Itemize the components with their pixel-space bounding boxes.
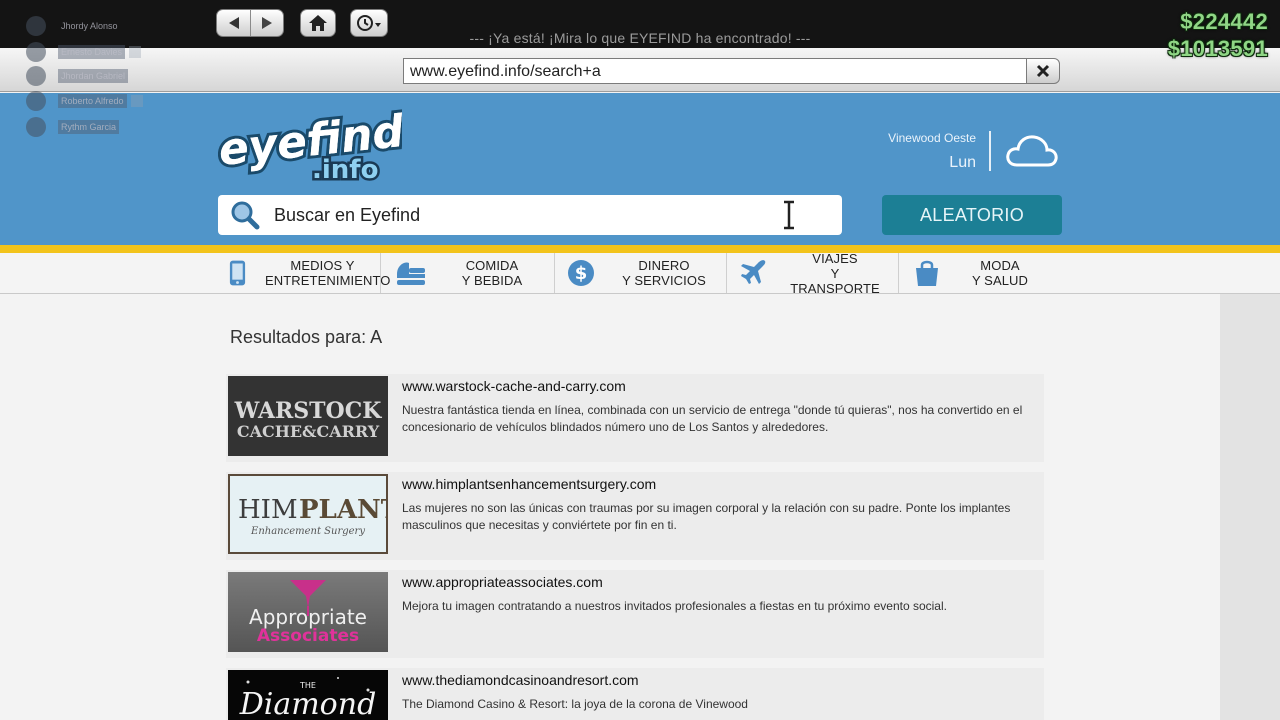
result-url[interactable]: www.himplantsenhancementsurgery.com <box>402 476 656 492</box>
eyefind-logo[interactable]: eyefind eyefind .info <box>217 108 402 188</box>
bank-amount: $1013591 <box>1167 36 1268 61</box>
arrow-left-icon <box>228 17 239 29</box>
location-widget: Vinewood Oeste Lun <box>860 131 976 172</box>
category-label-1: DINERO <box>638 258 690 273</box>
player-name: Roberto Alfredo <box>58 94 127 108</box>
thumb-line-1b: PLANTS <box>299 495 386 525</box>
text-cursor-icon <box>784 200 794 230</box>
result-thumbnail-appropriate[interactable]: Appropriate Associates <box>228 572 388 652</box>
category-label-2: Y SERVICIOS <box>622 273 706 288</box>
history-button[interactable] <box>350 9 388 37</box>
player-row: Rythm Garcia <box>26 117 120 137</box>
game-browser-screen: --- ¡Ya está! ¡Mira lo que EYEFIND ha en… <box>0 0 1280 720</box>
player-avatar <box>26 91 46 111</box>
result-thumbnail-himplants[interactable]: HIM PLANTS Enhancement Surgery <box>228 474 388 554</box>
svg-text:$: $ <box>575 263 588 284</box>
accent-stripe <box>0 245 1280 253</box>
location-divider <box>989 131 991 171</box>
thumb-line-2: Enhancement Surgery <box>250 526 365 537</box>
category-food[interactable]: COMIDA Y BEBIDA <box>381 253 555 293</box>
player-status-square <box>130 95 143 107</box>
player-name: Ernesto Davies <box>58 45 126 59</box>
food-icon <box>397 262 425 285</box>
results-heading: Resultados para: A <box>230 327 383 347</box>
arrow-right-icon <box>262 17 272 29</box>
category-bar: MEDIOS Y ENTRETENIMIENTO COMIDA Y BEBIDA… <box>0 250 1280 296</box>
thumb-line-1a: HIM <box>238 495 298 525</box>
search-result: THE Diamond www.thediamondcasinoandresor… <box>226 668 1044 720</box>
phone-icon <box>229 260 246 286</box>
result-description: Mejora tu imagen contratando a nuestros … <box>402 599 947 613</box>
player-name: Jhordan Gabriel <box>58 69 129 83</box>
player-row: Ernesto Davies <box>26 42 142 62</box>
category-label-2: Y TRANSPORTE <box>790 265 880 296</box>
category-label-1: MODA <box>980 258 1020 273</box>
result-thumbnail-warstock[interactable]: WARSTOCK CACHE&CARRY <box>228 376 388 456</box>
player-avatar <box>26 117 46 137</box>
player-avatar <box>26 66 46 86</box>
location-day: Lun <box>949 154 976 171</box>
close-icon <box>1036 64 1050 78</box>
result-description: Las mujeres no son las únicas con trauma… <box>402 501 1011 532</box>
random-button[interactable]: ALEATORIO <box>882 195 1062 235</box>
location-city: Vinewood Oeste <box>888 131 976 145</box>
wallet-amount: $224442 <box>1180 9 1268 34</box>
category-label-2: Y BEBIDA <box>461 273 523 288</box>
airplane-icon <box>741 260 766 284</box>
home-button[interactable] <box>300 9 336 37</box>
category-label-1: VIAJES <box>812 250 858 266</box>
player-row: Jhordy Alonso <box>26 16 121 36</box>
back-button[interactable] <box>217 10 250 36</box>
category-media[interactable]: MEDIOS Y ENTRETENIMIENTO <box>218 253 391 293</box>
logo-suffix: .info <box>312 155 378 185</box>
search-icon <box>231 201 260 230</box>
close-button[interactable] <box>1026 58 1060 84</box>
player-status-square <box>129 46 142 58</box>
category-money[interactable]: $ DINERO Y SERVICIOS <box>555 253 727 293</box>
player-row: Roberto Alfredo <box>26 91 143 111</box>
player-name: Rythm Garcia <box>58 120 120 134</box>
cloud-icon <box>1006 135 1058 167</box>
thumb-line-1: WARSTOCK <box>234 398 383 424</box>
player-avatar <box>26 16 46 36</box>
result-url[interactable]: www.thediamondcasinoandresort.com <box>402 672 639 688</box>
home-icon <box>309 15 327 31</box>
category-travel[interactable]: VIAJES Y TRANSPORTE <box>727 250 899 296</box>
dollar-icon: $ <box>568 260 594 286</box>
category-label-2: Y SALUD <box>971 273 1029 288</box>
player-avatar <box>26 42 46 62</box>
result-url[interactable]: www.warstock-cache-and-carry.com <box>402 378 626 394</box>
category-label-1: MEDIOS Y <box>290 258 355 273</box>
thumb-line-2: Diamond <box>239 687 377 720</box>
result-description: Nuestra fantástica tienda en línea, comb… <box>402 403 1023 434</box>
search-box[interactable]: Buscar en Eyefind <box>218 195 842 235</box>
category-fashion[interactable]: MODA Y SALUD <box>899 253 1059 293</box>
category-label-2: ENTRETENIMIENTO <box>265 273 391 288</box>
search-result: Appropriate Associates www.appropriateas… <box>226 570 1044 658</box>
thumb-line-2: Associates <box>257 626 359 646</box>
window-title-bar: --- ¡Ya está! ¡Mira lo que EYEFIND ha en… <box>0 0 1280 48</box>
result-url[interactable]: www.appropriateassociates.com <box>402 574 603 590</box>
forward-button[interactable] <box>250 10 283 36</box>
nav-buttons <box>216 9 284 37</box>
player-name: Jhordy Alonso <box>61 21 118 31</box>
category-label-1: COMIDA <box>465 258 519 273</box>
search-result: WARSTOCK CACHE&CARRY www.warstock-cache-… <box>226 374 1044 462</box>
search-input[interactable]: Buscar en Eyefind <box>274 205 420 226</box>
thumb-line-2: CACHE&CARRY <box>237 422 380 441</box>
player-row: Jhordan Gabriel <box>26 66 129 86</box>
window-title: --- ¡Ya está! ¡Mira lo que EYEFIND ha en… <box>469 30 811 46</box>
scrollbar-track[interactable] <box>1220 294 1280 720</box>
clock-icon <box>357 15 381 31</box>
money-display: $224442 $1013591 <box>1168 8 1268 62</box>
search-result: HIM PLANTS Enhancement Surgery www.himpl… <box>226 472 1044 560</box>
shopping-bag-icon <box>916 260 938 286</box>
result-thumbnail-diamond[interactable]: THE Diamond <box>228 670 388 720</box>
result-description: The Diamond Casino & Resort: la joya de … <box>402 697 748 711</box>
url-input[interactable]: www.eyefind.info/search+a <box>403 58 1027 84</box>
